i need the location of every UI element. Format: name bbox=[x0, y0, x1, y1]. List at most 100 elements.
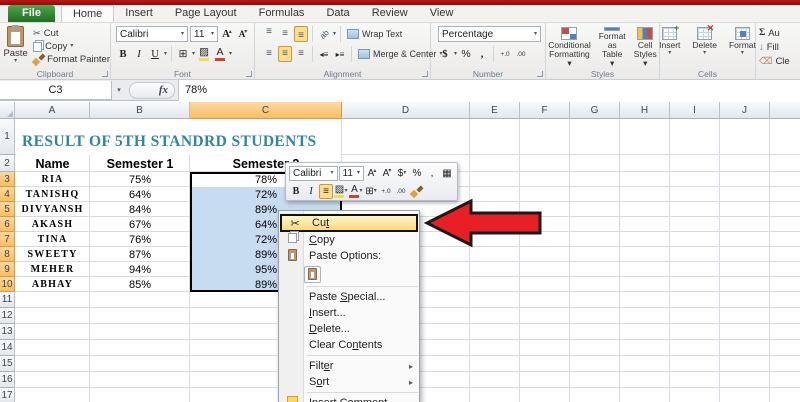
increase-decimal-button[interactable]: +.0 bbox=[379, 184, 393, 199]
column-header-F[interactable]: F bbox=[520, 102, 570, 119]
increase-decimal-button[interactable]: +.0 bbox=[498, 46, 512, 62]
row-header-8[interactable]: 8 bbox=[0, 247, 15, 262]
row-header-2[interactable]: 2 bbox=[0, 155, 15, 172]
comma-style-button[interactable]: , bbox=[475, 46, 489, 62]
bold-button[interactable]: B bbox=[289, 184, 303, 199]
paste-option-button[interactable] bbox=[304, 265, 321, 283]
accounting-format-button[interactable]: $ bbox=[438, 46, 452, 62]
row-header-9[interactable]: 9 bbox=[0, 262, 15, 277]
column-header-C[interactable]: C bbox=[190, 102, 342, 119]
row-header-10[interactable]: 10 bbox=[0, 277, 15, 292]
chevron-down-icon[interactable]: ▾ bbox=[454, 51, 457, 57]
semester1-cell[interactable]: 64% bbox=[90, 187, 190, 202]
percent-style-button[interactable]: % bbox=[459, 46, 473, 62]
menu-item-cut[interactable]: ✂ Cut bbox=[280, 214, 418, 232]
font-size-combo[interactable]: 11 ▾ bbox=[190, 26, 218, 42]
bold-button[interactable]: B bbox=[116, 46, 130, 62]
student-name-cell[interactable]: TANISHQ bbox=[15, 187, 90, 202]
menu-item-delete[interactable]: Delete... bbox=[279, 321, 419, 337]
conditional-formatting-button[interactable]: Conditional Formatting ▾ bbox=[544, 24, 595, 68]
grow-font-button[interactable]: A ▴ bbox=[365, 166, 379, 181]
wrap-text-button[interactable]: Wrap Text bbox=[345, 28, 402, 41]
underline-button[interactable]: U bbox=[148, 46, 162, 62]
grow-font-button[interactable]: A ▴ bbox=[220, 26, 234, 42]
fill-color-button[interactable]: ▨ ▾ bbox=[334, 184, 348, 199]
font-color-button[interactable]: A ▾ bbox=[349, 184, 363, 199]
semester1-cell[interactable]: 67% bbox=[90, 217, 190, 232]
formula-input[interactable]: 78% bbox=[178, 79, 800, 101]
percent-style-button[interactable]: % bbox=[410, 166, 424, 181]
semester1-cell[interactable]: 85% bbox=[90, 277, 190, 292]
row-header-3[interactable]: 3 bbox=[0, 172, 15, 187]
autosum-button[interactable]: Σ Au bbox=[759, 26, 790, 40]
font-name-combo[interactable]: Calibri ▾ bbox=[289, 165, 338, 181]
format-painter-button[interactable]: Format Painter bbox=[31, 53, 110, 67]
menu-item-filter[interactable]: Filter ▸ bbox=[279, 358, 419, 374]
italic-button[interactable]: I bbox=[304, 184, 318, 199]
row-header-12[interactable]: 12 bbox=[0, 308, 15, 324]
row-header-6[interactable]: 6 bbox=[0, 217, 15, 232]
column-header-partial[interactable] bbox=[770, 102, 800, 119]
tab-view[interactable]: View bbox=[419, 5, 465, 22]
bottom-align-button[interactable]: ≡ bbox=[294, 26, 308, 42]
row-header-13[interactable]: 13 bbox=[0, 324, 15, 340]
student-name-cell[interactable]: RIA bbox=[15, 172, 90, 187]
column-header-G[interactable]: G bbox=[570, 102, 620, 119]
student-name-cell[interactable]: AKASH bbox=[15, 217, 90, 232]
row-header-16[interactable]: 16 bbox=[0, 372, 15, 388]
column-header-H[interactable]: H bbox=[620, 102, 670, 119]
dialog-launcher-icon[interactable] bbox=[246, 71, 252, 77]
fill-color-button[interactable]: ▨ bbox=[197, 46, 211, 62]
chevron-down-icon[interactable]: ▾ bbox=[229, 51, 232, 57]
format-painter-button[interactable] bbox=[409, 184, 424, 199]
dialog-launcher-icon[interactable] bbox=[422, 71, 428, 77]
menu-item-clear-contents[interactable]: Clear Contents bbox=[279, 337, 419, 353]
shrink-font-button[interactable]: A ▾ bbox=[236, 26, 250, 42]
chevron-down-icon[interactable]: ▾ bbox=[192, 51, 195, 57]
middle-align-button[interactable]: ≡ bbox=[278, 26, 292, 42]
menu-item-copy[interactable]: Copy bbox=[279, 232, 419, 248]
font-size-combo[interactable]: 11 ▾ bbox=[338, 165, 364, 181]
decrease-indent-button[interactable]: ◂≡ bbox=[317, 46, 331, 62]
tab-review[interactable]: Review bbox=[361, 5, 419, 22]
table-header-cell[interactable]: Semester 1 bbox=[90, 155, 190, 172]
merge-center-button[interactable]: Merge & Center ▾ bbox=[356, 48, 443, 61]
name-box[interactable]: C3 bbox=[0, 80, 112, 100]
tab-page-layout[interactable]: Page Layout bbox=[164, 5, 248, 22]
menu-item-paste-special[interactable]: Paste Special... bbox=[279, 289, 419, 305]
insert-function-button[interactable]: fx bbox=[129, 81, 175, 99]
paste-button[interactable]: Paste ▾ bbox=[0, 24, 31, 68]
tab-file[interactable]: File bbox=[8, 5, 55, 22]
student-name-cell[interactable]: SWEETY bbox=[15, 247, 90, 262]
copy-button[interactable]: Copy ▾ bbox=[31, 40, 110, 53]
tab-insert[interactable]: Insert bbox=[114, 5, 164, 22]
borders-button[interactable]: ⊞ bbox=[176, 46, 190, 62]
chevron-down-icon[interactable]: ▾ bbox=[112, 86, 126, 94]
semester1-cell[interactable]: 75% bbox=[90, 172, 190, 187]
fill-button[interactable]: ↓ Fill bbox=[759, 40, 790, 54]
comma-style-button[interactable]: , bbox=[425, 166, 439, 181]
semester1-cell[interactable]: 87% bbox=[90, 247, 190, 262]
row-header-7[interactable]: 7 bbox=[0, 232, 15, 247]
align-left-button[interactable]: ≡ bbox=[262, 46, 276, 62]
row-header-14[interactable]: 14 bbox=[0, 340, 15, 356]
font-name-combo[interactable]: Calibri ▾ bbox=[116, 26, 188, 42]
student-name-cell[interactable]: MEHER bbox=[15, 262, 90, 277]
student-name-cell[interactable]: ABHAY bbox=[15, 277, 90, 292]
select-all-corner[interactable] bbox=[0, 102, 15, 119]
tab-formulas[interactable]: Formulas bbox=[248, 5, 316, 22]
row-header-17[interactable]: 17 bbox=[0, 388, 15, 402]
cut-button[interactable]: ✂ Cut bbox=[31, 27, 110, 40]
italic-button[interactable]: I bbox=[132, 46, 146, 62]
dialog-launcher-icon[interactable] bbox=[537, 71, 543, 77]
column-header-D[interactable]: D bbox=[342, 102, 470, 119]
row-header-4[interactable]: 4 bbox=[0, 187, 15, 202]
format-as-table-button[interactable]: Format as Table ▾ bbox=[595, 24, 630, 68]
menu-item-sort[interactable]: Sort ▸ bbox=[279, 374, 419, 390]
clear-button[interactable]: ⌫ Cle bbox=[759, 54, 790, 68]
semester1-cell[interactable]: 76% bbox=[90, 232, 190, 247]
row-header-11[interactable]: 11 bbox=[0, 292, 15, 308]
row-header-15[interactable]: 15 bbox=[0, 356, 15, 372]
tab-home[interactable]: Home bbox=[60, 5, 115, 22]
student-name-cell[interactable]: TINA bbox=[15, 232, 90, 247]
